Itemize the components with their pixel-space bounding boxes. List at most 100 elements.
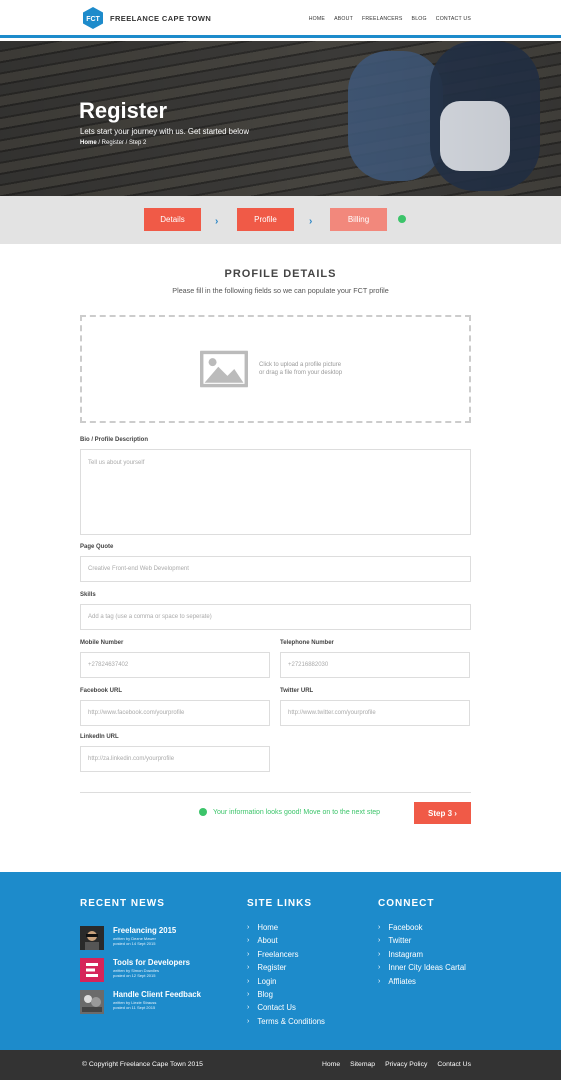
step-progress-bar: Details › Profile › Billing	[0, 196, 561, 244]
svg-text:FCT: FCT	[86, 16, 100, 23]
breadcrumb-home[interactable]: Home	[80, 140, 97, 146]
news-meta: written by Dezne Mawer posted on 14 Sept …	[113, 936, 156, 946]
quote-input[interactable]: Creative Front-end Web Development	[80, 556, 471, 582]
bottom-links: Home Sitemap Privacy Policy Contact Us	[312, 1061, 471, 1068]
facebook-input[interactable]: http://www.facebook.com/yourprofile	[80, 700, 270, 726]
chevron-right-icon: ›	[247, 977, 250, 985]
chevron-right-icon: ›	[247, 1017, 250, 1025]
brand-name[interactable]: FREELANCE CAPE TOWN	[110, 14, 211, 23]
step-profile-button[interactable]: Profile	[237, 208, 294, 231]
news-meta: written by Simon Dowdles posted on 12 Sep…	[113, 968, 160, 978]
connect-link-instagram[interactable]: › Instagram	[378, 948, 466, 961]
connect-link-facebook[interactable]: › Facebook	[378, 921, 466, 934]
chevron-right-icon: ›	[309, 216, 313, 227]
news-item[interactable]: Handle Client Feedback written by Liezie…	[80, 990, 230, 1014]
news-meta: written by Liezie Strauss posted on 11 Se…	[113, 1000, 157, 1010]
divider	[80, 792, 471, 793]
chevron-right-icon: ›	[378, 924, 381, 931]
check-circle-icon	[398, 215, 406, 223]
footer-link-terms[interactable]: › Terms & Conditions	[247, 1015, 325, 1028]
footer-link-login[interactable]: › Login	[247, 975, 325, 988]
nav-freelancers[interactable]: FREELANCERS	[362, 16, 403, 22]
site-footer: RECENT NEWS Freelancing 2015 written by …	[0, 872, 561, 1050]
chevron-right-icon: ›	[215, 216, 219, 227]
recent-news-heading: RECENT NEWS	[80, 898, 165, 909]
footer-link-home[interactable]: › Home	[247, 921, 325, 934]
footer-link-register[interactable]: › Register	[247, 961, 325, 974]
chevron-right-icon: ›	[247, 964, 250, 972]
twitter-input[interactable]: http://www.twitter.com/yourprofile	[280, 700, 470, 726]
connect-link-affiliates[interactable]: › Affliates	[378, 975, 466, 988]
chevron-right-icon: ›	[247, 950, 250, 958]
bottom-link-contact-us[interactable]: Contact Us	[437, 1061, 471, 1068]
footer-link-contact-us[interactable]: › Contact Us	[247, 1001, 325, 1014]
site-links-heading: SITE LINKS	[247, 898, 313, 909]
breadcrumb-trail: / Register / Step 2	[96, 140, 147, 146]
footer-link-freelancers[interactable]: › Freelancers	[247, 948, 325, 961]
chevron-right-icon: ›	[247, 924, 250, 931]
news-title[interactable]: Tools for Developers	[113, 958, 190, 967]
fct-logo-icon[interactable]: FCT	[82, 7, 104, 29]
chevron-right-icon: ›	[247, 1004, 250, 1012]
news-thumbnail-icon	[80, 958, 104, 982]
connect-link-inner-city-ideas[interactable]: › Inner City Ideas Cartal	[378, 961, 466, 974]
twitter-label: Twitter URL	[280, 688, 314, 694]
telephone-label: Telephone Number	[280, 640, 334, 646]
footer-link-blog[interactable]: › Blog	[247, 988, 325, 1001]
linkedin-label: LinkedIn URL	[80, 734, 119, 740]
nav-home[interactable]: HOME	[309, 16, 325, 22]
nav-about[interactable]: ABOUT	[334, 16, 353, 22]
site-header: FCT FREELANCE CAPE TOWN HOME ABOUT FREEL…	[0, 0, 561, 38]
linkedin-input[interactable]: http://za.linkedin.com/yourprofile	[80, 746, 270, 772]
news-item[interactable]: Freelancing 2015 written by Dezne Mawer p…	[80, 926, 230, 950]
chevron-right-icon: ›	[378, 964, 381, 972]
hero-photo-detail	[440, 101, 510, 171]
chevron-right-icon: ›	[378, 950, 381, 958]
bio-label: Bio / Profile Description	[80, 437, 149, 443]
telephone-input[interactable]: +27216882030	[280, 652, 470, 678]
bottom-link-privacy-policy[interactable]: Privacy Policy	[385, 1061, 427, 1068]
bottom-link-home[interactable]: Home	[322, 1061, 340, 1068]
check-circle-icon	[199, 808, 207, 816]
chevron-right-icon: ›	[378, 977, 381, 985]
step-details-button[interactable]: Details	[144, 208, 201, 231]
skills-label: Skills	[80, 592, 96, 598]
mobile-input[interactable]: +27824637402	[80, 652, 270, 678]
chevron-right-icon: ›	[247, 937, 250, 945]
connect-list: › Facebook › Twitter › Instagram › Inner Cit…	[378, 921, 466, 988]
step-billing-button[interactable]: Billing	[330, 208, 387, 231]
site-links-list: › Home › About › Freelancers › Register › Log…	[247, 921, 325, 1028]
footer-bottom-bar: © Copyright Freelance Cape Town 2015 Hom…	[0, 1050, 561, 1080]
nav-blog[interactable]: BLOG	[412, 16, 427, 22]
quote-label: Page Quote	[80, 544, 114, 550]
hero-photo-person	[430, 41, 540, 191]
news-thumbnail-icon	[80, 926, 104, 950]
image-icon	[200, 350, 248, 388]
news-title[interactable]: Freelancing 2015	[113, 926, 176, 935]
page-title: Register	[79, 98, 168, 123]
bottom-link-sitemap[interactable]: Sitemap	[350, 1061, 375, 1068]
validation-message: Your information looks good! Move on to …	[199, 808, 380, 816]
news-item[interactable]: Tools for Developers written by Simon Do…	[80, 958, 230, 982]
skills-input[interactable]: Add a tag (use a comma or space to seper…	[80, 604, 471, 630]
facebook-label: Facebook URL	[80, 688, 123, 694]
mobile-label: Mobile Number	[80, 640, 124, 646]
chevron-right-icon: ›	[247, 990, 250, 998]
news-title[interactable]: Handle Client Feedback	[113, 990, 201, 999]
profile-picture-dropzone[interactable]: Click to upload a profile picture or dra…	[80, 315, 471, 423]
page-subtitle: Lets start your journey with us. Get sta…	[80, 127, 250, 136]
breadcrumb: Home / Register / Step 2	[80, 140, 146, 146]
connect-link-twitter[interactable]: › Twitter	[378, 934, 466, 947]
step-3-button[interactable]: Step 3 ›	[414, 802, 471, 824]
upload-instructions: Click to upload a profile picture or dra…	[259, 362, 343, 376]
footer-link-about[interactable]: › About	[247, 934, 325, 947]
connect-heading: CONNECT	[378, 898, 435, 909]
copyright-text: © Copyright Freelance Cape Town 2015	[82, 1061, 203, 1068]
news-thumbnail-icon	[80, 990, 104, 1014]
nav-contact-us[interactable]: CONTACT US	[436, 16, 471, 22]
hero-photo-person	[348, 51, 443, 181]
bio-textarea[interactable]: Tell us about yourself	[80, 449, 471, 535]
chevron-right-icon: ›	[378, 937, 381, 945]
section-title: PROFILE DETAILS	[224, 268, 337, 280]
main-nav: HOME ABOUT FREELANCERS BLOG CONTACT US	[300, 16, 471, 22]
